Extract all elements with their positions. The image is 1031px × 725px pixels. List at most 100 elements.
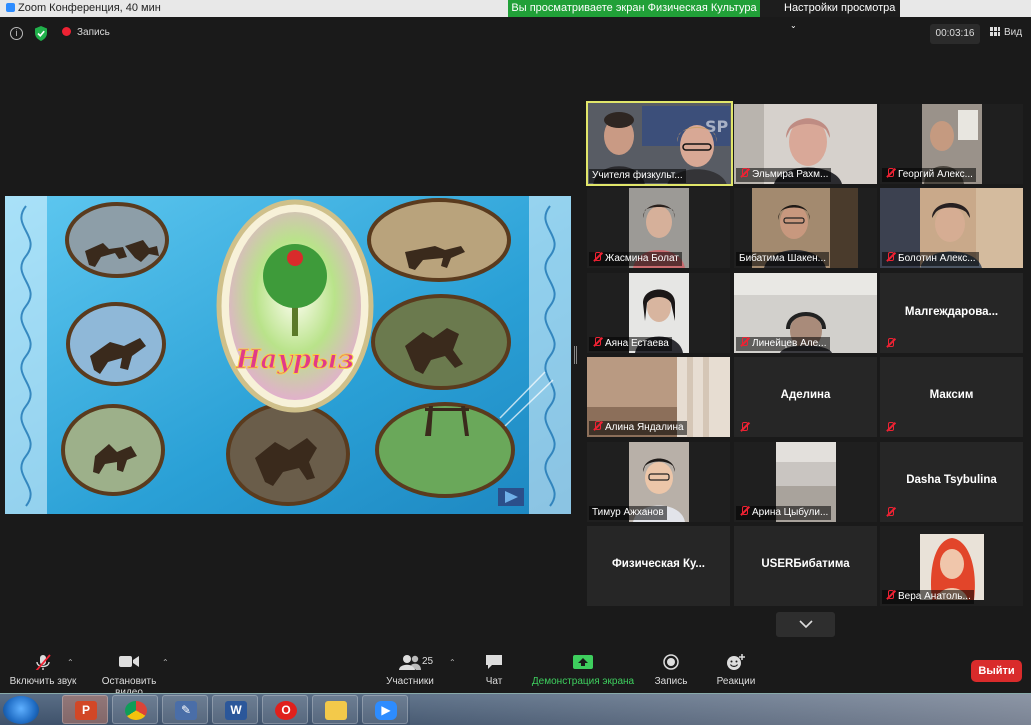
zoom-app-icon	[6, 3, 15, 12]
participant-name: Аяна Естаева	[589, 337, 672, 351]
muted-mic-icon	[739, 337, 749, 347]
chat-button[interactable]: Чат	[480, 654, 508, 687]
video-tile-13[interactable]: Тимур Ажханов	[587, 442, 730, 522]
view-label: Вид	[1004, 27, 1023, 38]
os-taskbar: P ✎ W O ▶	[0, 693, 1031, 725]
participant-name: Тимур Ажханов	[589, 506, 667, 520]
muted-mic-icon	[885, 168, 895, 178]
view-options-label: Настройки просмотра	[784, 2, 896, 14]
muted-mic-icon	[885, 507, 895, 517]
taskbar-zoom[interactable]: ▶	[362, 695, 408, 724]
taskbar-opera[interactable]: O	[262, 695, 308, 724]
video-tile-9[interactable]: Малгеждарова...	[880, 273, 1023, 353]
video-camera-icon	[119, 656, 139, 667]
video-options-caret-icon[interactable]: ⌃	[162, 658, 169, 667]
participant-name: Малгеждарова...	[904, 306, 999, 318]
participant-name: Болотин Алекс...	[882, 252, 979, 266]
reactions-button[interactable]: Реакции	[714, 654, 758, 687]
participant-name: Вера Анатоль...	[882, 590, 974, 604]
participants-options-caret-icon[interactable]: ⌃	[449, 658, 456, 667]
share-screen-label: Демонстрация экрана	[531, 676, 635, 687]
video-tile-4[interactable]: Жасмина Болат	[587, 188, 730, 268]
chrome-icon	[125, 701, 147, 720]
slide-title: Наурыз	[235, 345, 354, 375]
zoom-window: Zoom Конференция, 40 мин Вы просматривае…	[0, 0, 1031, 725]
participant-name: Учителя физкульт...	[589, 169, 686, 183]
recording-dot-icon	[62, 27, 71, 36]
participant-name: Жасмина Болат	[589, 252, 682, 266]
app-tool-icon: ✎	[175, 701, 197, 720]
participant-name: Физическая Ку...	[611, 558, 706, 570]
muted-mic-icon	[885, 590, 895, 600]
chevron-down-icon	[799, 620, 813, 629]
participant-name: USERБибатима	[761, 558, 850, 570]
stop-video-button[interactable]: Остановить видео	[87, 654, 171, 698]
taskbar-chrome[interactable]	[112, 695, 158, 724]
taskbar-word[interactable]: W	[212, 695, 258, 724]
video-tile-10[interactable]: Алина Яндалина	[587, 357, 730, 437]
muted-mic-icon	[739, 422, 749, 432]
audio-options-caret-icon[interactable]: ⌃	[67, 658, 74, 667]
video-tile-15[interactable]: Dasha Tsybulina	[880, 442, 1023, 522]
participants-count: 25	[422, 656, 434, 667]
windows-start-icon[interactable]	[3, 696, 39, 724]
security-shield-icon[interactable]	[34, 26, 48, 41]
info-icon[interactable]: i	[10, 27, 23, 40]
participant-name: Линейцев Але...	[736, 337, 830, 351]
window-title-text: Zoom Конференция, 40 мин	[18, 2, 161, 14]
recording-label: Запись	[77, 27, 110, 38]
gallery-view-button[interactable]: Вид	[990, 27, 1022, 38]
participants-icon	[399, 655, 421, 670]
muted-mic-icon	[35, 654, 51, 670]
presentation-slide: Наурыз	[5, 196, 571, 514]
record-button[interactable]: Запись	[652, 654, 690, 687]
share-screen-button[interactable]: Демонстрация экрана	[530, 654, 636, 687]
gallery-next-page-button[interactable]	[776, 612, 835, 637]
meeting-timer: 00:03:16	[930, 24, 980, 44]
window-title-bar: Zoom Конференция, 40 мин Вы просматривае…	[0, 0, 1031, 30]
taskbar-app-tool[interactable]: ✎	[162, 695, 208, 724]
panel-resize-handle[interactable]	[574, 346, 577, 364]
participant-name: Алина Яндалина	[589, 421, 687, 435]
video-tile-14[interactable]: Арина Цыбули...	[734, 442, 877, 522]
video-tile-16[interactable]: Физическая Ку...	[587, 526, 730, 606]
unmute-label: Включить звук	[9, 676, 77, 687]
powerpoint-icon: P	[75, 701, 97, 720]
participant-name: Эльмира Рахм...	[736, 168, 832, 182]
taskbar-powerpoint[interactable]: P	[62, 695, 108, 724]
chat-label: Чат	[485, 676, 503, 687]
video-tile-7[interactable]: Аяна Естаева	[587, 273, 730, 353]
video-tile-8[interactable]: Линейцев Але...	[734, 273, 877, 353]
video-tile-17[interactable]: USERБибатима	[734, 526, 877, 606]
video-tile-5[interactable]: Бибатима Шакен...	[734, 188, 877, 268]
screen-share-banner: Вы просматриваете экран Физическая Культ…	[508, 0, 760, 17]
video-tile-3[interactable]: Георгий Алекс...	[880, 104, 1023, 184]
participant-name: Арина Цыбули...	[736, 506, 832, 520]
opera-icon: O	[275, 701, 297, 720]
participant-name: Бибатима Шакен...	[736, 252, 830, 266]
share-screen-icon	[573, 655, 593, 669]
participant-name: Максим	[929, 389, 974, 401]
shared-screen-view[interactable]: Наурыз	[5, 196, 571, 514]
video-tile-1[interactable]: SP Учителя физкульт...	[586, 101, 733, 186]
folder-icon	[325, 701, 347, 720]
video-tile-12[interactable]: Максим	[880, 357, 1023, 437]
word-icon: W	[225, 701, 247, 720]
video-tile-11[interactable]: Аделина	[734, 357, 877, 437]
reactions-label: Реакции	[716, 676, 756, 687]
grid-icon	[990, 27, 1000, 36]
muted-mic-icon	[885, 338, 895, 348]
meeting-toolbar: Включить звук ⌃ Остановить видео ⌃ Участ…	[0, 650, 1031, 698]
muted-mic-icon	[885, 422, 895, 432]
participant-name: Аделина	[780, 389, 831, 401]
leave-meeting-button[interactable]: Выйти	[971, 660, 1022, 682]
taskbar-explorer[interactable]	[312, 695, 358, 724]
recording-indicator[interactable]: Запись	[62, 27, 110, 38]
muted-mic-icon	[739, 506, 749, 516]
video-tile-6[interactable]: Болотин Алекс...	[880, 188, 1023, 268]
video-tile-18[interactable]: Вера Анатоль...	[880, 526, 1023, 606]
view-options-menu[interactable]: Настройки просмотра ⌄	[760, 0, 900, 30]
video-tile-2[interactable]: Эльмира Рахм...	[734, 104, 877, 184]
emoji-reaction-icon	[727, 654, 745, 670]
muted-mic-icon	[592, 337, 602, 347]
